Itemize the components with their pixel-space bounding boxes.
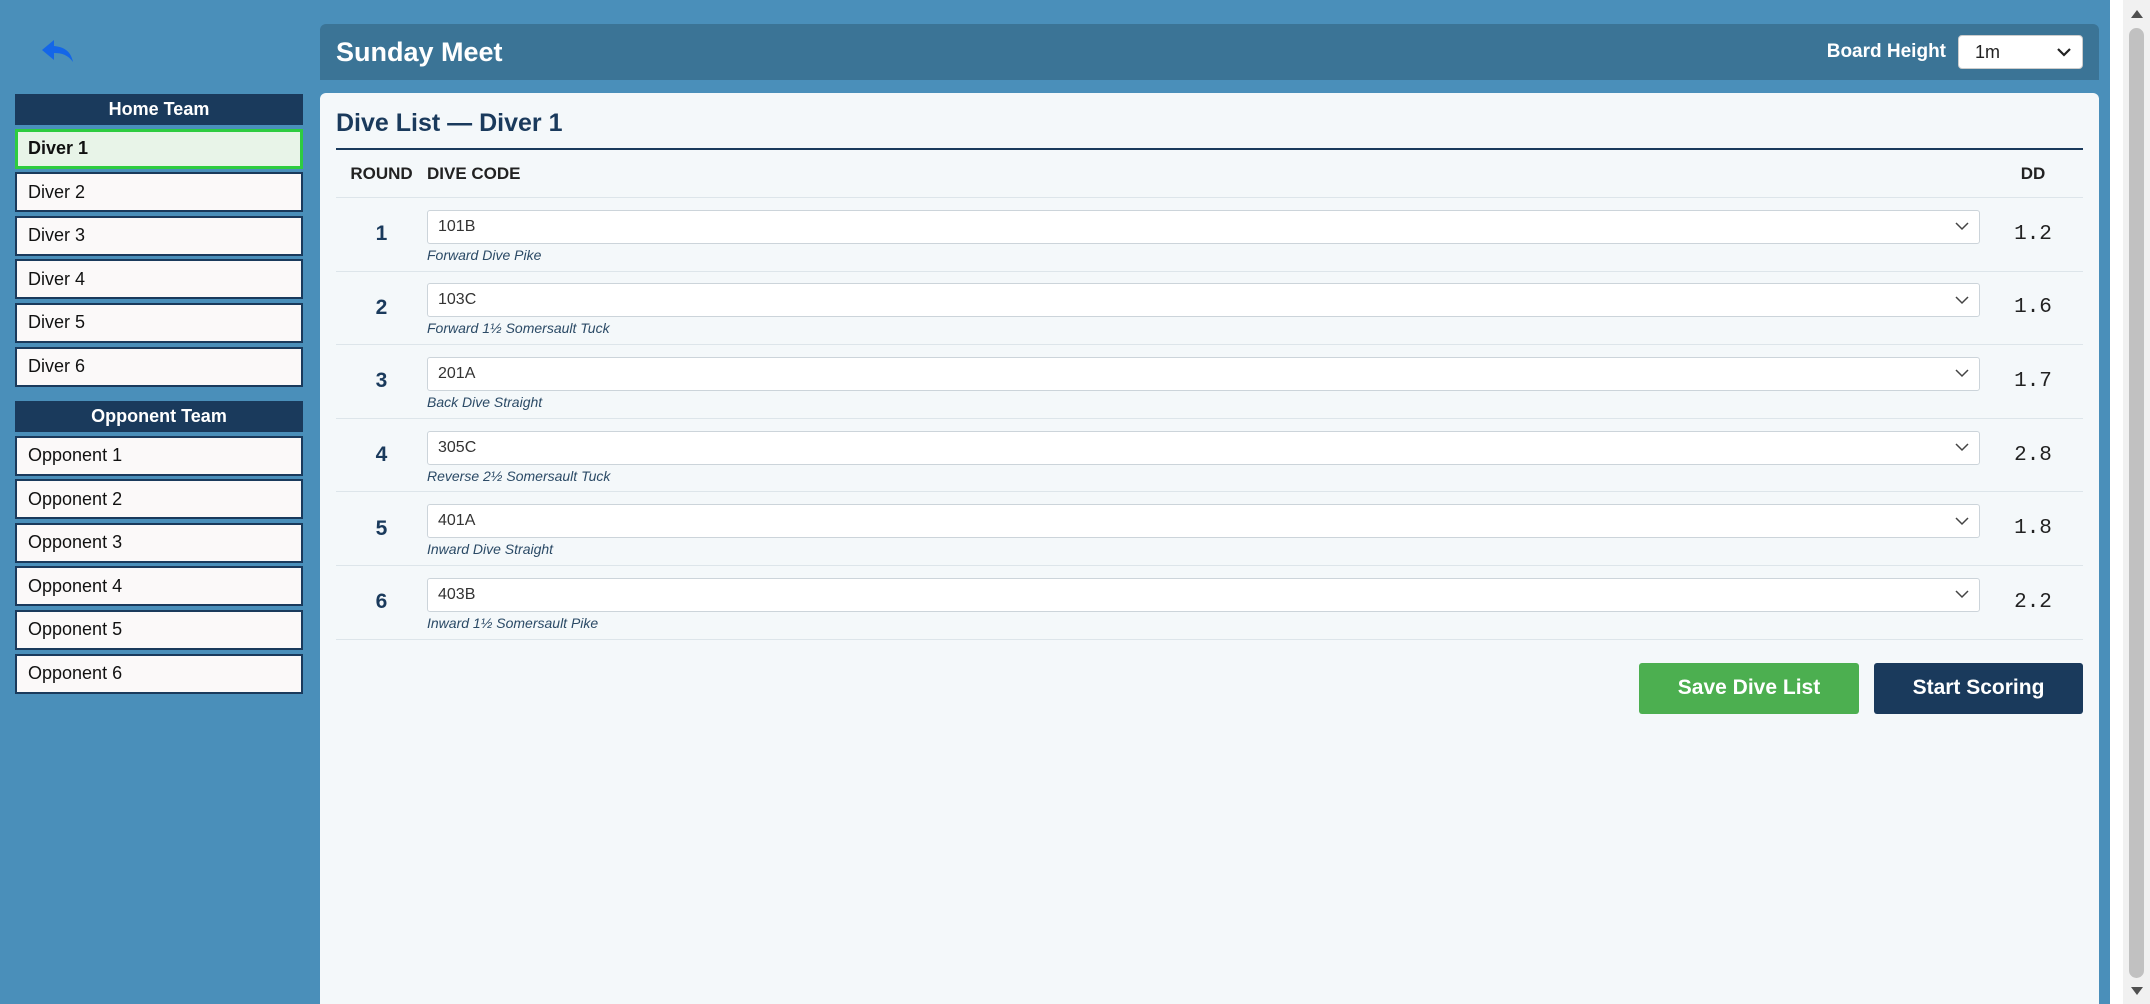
dive-code-cell: 101B Forward Dive Pike (427, 206, 1983, 263)
back-button[interactable] (38, 32, 78, 72)
scroll-down-arrow[interactable] (2129, 983, 2144, 998)
round-number: 1 (375, 222, 388, 246)
home-team-section: Home Team Diver 1 Diver 2 Diver 3 Diver 4 Di… (15, 94, 303, 387)
chevron-down-icon (1955, 222, 1969, 231)
dive-code-cell: 305C Reverse 2½ Somersault Tuck (427, 427, 1983, 484)
dive-code-value: 403B (438, 585, 476, 603)
dive-table-header: ROUND DIVE CODE DD (336, 150, 2083, 198)
chevron-down-icon (1955, 590, 1969, 599)
chevron-down-icon (2057, 48, 2071, 57)
dive-list-panel: Dive List — Diver 1 ROUND DIVE CODE DD 1… (320, 93, 2099, 1004)
dive-description: Inward 1½ Somersault Pike (427, 614, 599, 631)
dive-code-select[interactable]: 201A (427, 356, 1980, 391)
dive-row: 2 103C Forward 1½ Somersault Tuck 1.6 (336, 272, 2083, 346)
dive-code-select[interactable]: 101B (427, 209, 1980, 244)
sidebar-item-opponent-5[interactable]: Opponent 5 (15, 609, 303, 650)
home-diver-list: Diver 1 Diver 2 Diver 3 Diver 4 Diver 5 Diver… (15, 128, 303, 387)
board-height-control: Board Height 1m (1827, 35, 2083, 69)
round-number: 2 (375, 295, 388, 319)
scroll-up-arrow[interactable] (2129, 6, 2144, 21)
meet-header: Sunday Meet Board Height 1m (320, 24, 2099, 80)
dive-table-body: 1 101B Forward Dive Pike 1.2 2 103C Forward 1½… (336, 198, 2083, 640)
dive-row: 5 401A Inward Dive Straight 1.8 (336, 492, 2083, 566)
dive-code-cell: 103C Forward 1½ Somersault Tuck (427, 279, 1983, 336)
dive-row: 6 403B Inward 1½ Somersault Pike 2.2 (336, 566, 2083, 640)
dive-code-select[interactable]: 305C (427, 430, 1980, 465)
dive-row: 4 305C Reverse 2½ Somersault Tuck 2.8 (336, 419, 2083, 493)
dive-code-value: 101B (438, 217, 476, 235)
opponent-team-header: Opponent Team (15, 401, 303, 432)
dive-row: 1 101B Forward Dive Pike 1.2 (336, 198, 2083, 272)
triangle-down-icon (2130, 986, 2143, 995)
sidebar-item-opponent-2[interactable]: Opponent 2 (15, 479, 303, 520)
dive-description: Forward Dive Pike (427, 246, 542, 263)
board-height-value: 1m (1975, 41, 2001, 62)
sidebar-item-diver-6[interactable]: Diver 6 (15, 346, 303, 387)
dd-value: 1.6 (2014, 296, 2052, 320)
sidebar-item-opponent-4[interactable]: Opponent 4 (15, 566, 303, 607)
dive-list-title: Dive List — Diver 1 (336, 109, 2083, 150)
dd-value: 1.2 (2014, 222, 2052, 246)
sidebar-item-diver-1[interactable]: Diver 1 (15, 128, 303, 169)
save-dive-list-button[interactable]: Save Dive List (1639, 662, 1859, 714)
sidebar-item-diver-5[interactable]: Diver 5 (15, 302, 303, 343)
dive-description: Inward Dive Straight (427, 541, 554, 558)
vertical-scrollbar[interactable] (2123, 0, 2150, 1004)
scrollbar-thumb[interactable] (2129, 28, 2144, 978)
dive-code-value: 305C (438, 438, 477, 456)
home-team-header: Home Team (15, 94, 303, 125)
sidebar-item-diver-3[interactable]: Diver 3 (15, 215, 303, 256)
round-header: ROUND (350, 163, 413, 183)
dd-header: DD (2020, 163, 2046, 183)
round-number: 6 (375, 590, 388, 614)
sidebar-item-opponent-1[interactable]: Opponent 1 (15, 435, 303, 476)
triangle-up-icon (2130, 9, 2143, 18)
dive-code-select[interactable]: 403B (427, 577, 1980, 612)
opponent-team-section: Opponent Team Opponent 1 Opponent 2 Oppone… (15, 401, 303, 694)
dive-description: Back Dive Straight (427, 393, 543, 410)
round-number: 3 (375, 369, 388, 393)
dive-code-cell: 401A Inward Dive Straight (427, 500, 1983, 557)
round-number: 5 (375, 516, 388, 540)
opponent-diver-list: Opponent 1 Opponent 2 Opponent 3 Opponent 4… (15, 435, 303, 694)
round-number: 4 (375, 443, 388, 467)
dive-code-cell: 201A Back Dive Straight (427, 353, 1983, 410)
dd-value: 2.8 (2014, 443, 2052, 467)
dd-value: 1.7 (2014, 369, 2052, 393)
chevron-down-icon (1955, 517, 1969, 525)
board-height-select[interactable]: 1m (1958, 35, 2083, 69)
dive-code-header: DIVE CODE (427, 163, 521, 183)
sidebar-item-diver-2[interactable]: Diver 2 (15, 172, 303, 213)
chevron-down-icon (1955, 296, 1969, 304)
dd-value: 2.2 (2014, 590, 2052, 614)
dive-code-value: 103C (438, 291, 477, 309)
dive-row: 3 201A Back Dive Straight 1.7 (336, 345, 2083, 419)
action-bar: Save Dive List Start Scoring (336, 662, 2083, 714)
dive-code-cell: 403B Inward 1½ Somersault Pike (427, 574, 1983, 631)
back-arrow-icon (42, 40, 73, 62)
chevron-down-icon (1955, 443, 1969, 452)
dive-code-value: 401A (438, 512, 476, 530)
dive-code-value: 201A (438, 364, 476, 382)
dive-description: Forward 1½ Somersault Tuck (427, 320, 610, 337)
dive-code-select[interactable]: 401A (427, 504, 1980, 539)
sidebar-item-opponent-6[interactable]: Opponent 6 (15, 653, 303, 694)
dd-value: 1.8 (2014, 517, 2052, 541)
dive-code-select[interactable]: 103C (427, 283, 1980, 318)
dive-description: Reverse 2½ Somersault Tuck (427, 467, 611, 484)
meet-title: Sunday Meet (336, 36, 503, 67)
start-scoring-button[interactable]: Start Scoring (1874, 662, 2083, 714)
chevron-down-icon (1955, 369, 1969, 378)
board-height-label: Board Height (1826, 41, 1946, 62)
sidebar-item-opponent-3[interactable]: Opponent 3 (15, 522, 303, 563)
sidebar-item-diver-4[interactable]: Diver 4 (15, 259, 303, 300)
